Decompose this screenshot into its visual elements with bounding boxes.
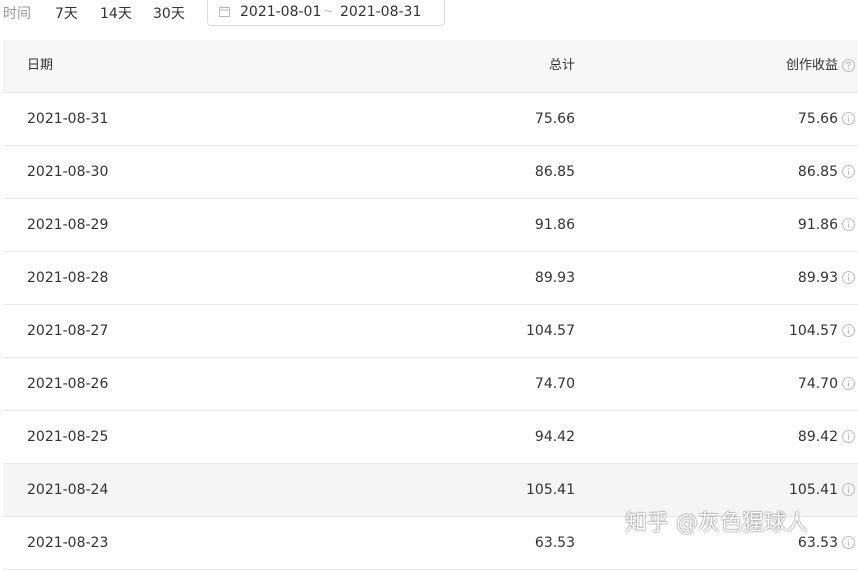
table-header: 日期 总计 创作收益: [3, 40, 858, 93]
date-range-separator: ~: [323, 4, 334, 18]
table-row: 2021-08-25 94.42 89.42: [3, 411, 858, 464]
cell-total: 86.85: [534, 164, 575, 180]
question-circle-icon[interactable]: [842, 59, 855, 72]
date-range-end[interactable]: 2021-08-31: [340, 4, 421, 20]
info-circle-icon[interactable]: [842, 536, 855, 549]
cell-earnings: 105.41: [789, 482, 838, 498]
info-circle-icon[interactable]: [842, 483, 855, 496]
cell-date: 2021-08-31: [27, 111, 109, 127]
range-14-days-button[interactable]: 14天: [100, 3, 132, 23]
info-circle-icon[interactable]: [842, 218, 855, 231]
cell-earnings: 86.85: [797, 164, 838, 180]
cell-date: 2021-08-29: [27, 217, 109, 233]
range-30-days-button[interactable]: 30天: [153, 3, 185, 23]
range-7-days-button[interactable]: 7天: [55, 3, 78, 23]
table-row: 2021-08-23 63.53 63.53: [3, 517, 858, 570]
cell-total: 105.41: [526, 482, 575, 498]
cell-date: 2021-08-26: [27, 376, 109, 392]
cell-earnings: 74.70: [797, 376, 838, 392]
calendar-icon: [219, 6, 230, 17]
table-body: 2021-08-31 75.66 75.66 2021-08-30 86.85 86.85…: [3, 93, 858, 570]
column-header-earnings: 创作收益: [785, 58, 838, 73]
info-circle-icon[interactable]: [842, 430, 855, 443]
table-row: 2021-08-27 104.57 104.57: [3, 305, 858, 358]
cell-total: 63.53: [534, 535, 575, 551]
column-header-total: 总计: [548, 58, 575, 73]
cell-earnings: 89.93: [797, 270, 838, 286]
cell-date: 2021-08-27: [27, 323, 109, 339]
table-row: 2021-08-30 86.85 86.85: [3, 146, 858, 199]
time-filter-label: 时间: [3, 6, 31, 22]
cell-total: 89.93: [534, 270, 575, 286]
cell-total: 74.70: [534, 376, 575, 392]
info-circle-icon[interactable]: [842, 165, 855, 178]
cell-date: 2021-08-28: [27, 270, 109, 286]
info-circle-icon[interactable]: [842, 377, 855, 390]
cell-earnings: 63.53: [797, 535, 838, 551]
info-circle-icon[interactable]: [842, 271, 855, 284]
earnings-table: 日期 总计 创作收益 2021-08-31 75.66 75.66 2021-08-3…: [3, 40, 858, 570]
info-circle-icon[interactable]: [842, 324, 855, 337]
cell-earnings: 91.86: [797, 217, 838, 233]
cell-total: 75.66: [534, 111, 575, 127]
cell-date: 2021-08-24: [27, 482, 109, 498]
date-range-picker[interactable]: 2021-08-01 ~ 2021-08-31: [207, 0, 445, 26]
table-row: 2021-08-29 91.86 91.86: [3, 199, 858, 252]
cell-total: 104.57: [526, 323, 575, 339]
table-row: 2021-08-31 75.66 75.66: [3, 93, 858, 146]
cell-earnings: 75.66: [797, 111, 838, 127]
cell-date: 2021-08-23: [27, 535, 109, 551]
cell-date: 2021-08-30: [27, 164, 109, 180]
column-header-date: 日期: [27, 58, 54, 73]
cell-date: 2021-08-25: [27, 429, 109, 445]
info-circle-icon[interactable]: [842, 112, 855, 125]
table-row: 2021-08-28 89.93 89.93: [3, 252, 858, 305]
cell-earnings: 89.42: [797, 429, 838, 445]
time-filter-bar: 时间 7天 14天 30天 2021-08-01 ~ 2021-08-31: [0, 0, 858, 30]
table-row: 2021-08-24 105.41 105.41: [3, 464, 858, 517]
date-range-start[interactable]: 2021-08-01: [240, 4, 321, 20]
cell-total: 94.42: [534, 429, 575, 445]
cell-earnings: 104.57: [789, 323, 838, 339]
table-row: 2021-08-26 74.70 74.70: [3, 358, 858, 411]
cell-total: 91.86: [534, 217, 575, 233]
